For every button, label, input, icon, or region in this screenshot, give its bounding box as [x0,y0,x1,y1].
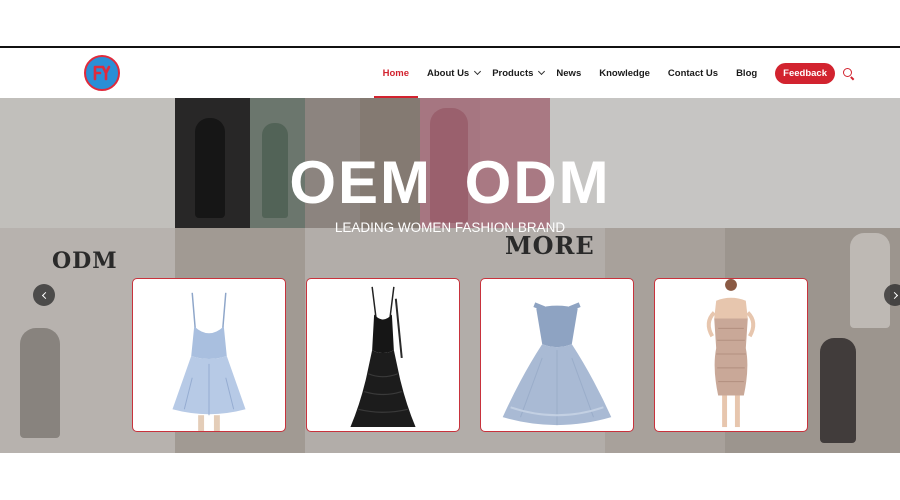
page: Home About Us Products News Knowledge Co… [0,0,900,500]
nav-news-label: News [556,67,582,79]
nav-knowledge[interactable]: Knowledge [599,48,650,98]
rose-gold-sequin-dress-image [706,279,756,428]
nav-knowledge-label: Knowledge [599,67,650,79]
hero-banner: ODM MORE OEM ODM LEADING WOMEN FASHION B… [0,98,900,453]
black-sequin-gown-image [350,286,416,428]
light-blue-mini-dress-image [172,292,246,431]
hero-subtitle: LEADING WOMEN FASHION BRAND [334,220,566,235]
carousel-prev-button[interactable] [33,284,55,306]
product-card-light-blue-mini-dress[interactable] [132,278,286,432]
feedback-button[interactable]: Feedback [775,62,835,84]
logo-mark [93,65,111,81]
product-card-black-sequin-gown[interactable] [306,278,460,432]
nav-contact-us-label: Contact Us [667,67,719,79]
background-odm-text: ODM [52,248,118,274]
nav-about-us-label: About Us [427,67,470,79]
blue-ball-gown-image [502,302,612,426]
carousel-next-button[interactable] [884,284,900,306]
nav-news[interactable]: News [556,48,581,98]
chevron-down-icon [538,67,546,76]
main-nav: Home About Us Products News Knowledge Co… [365,48,854,98]
nav-products[interactable]: Products [492,48,546,98]
nav-about-us[interactable]: About Us [427,48,482,98]
brand-logo-icon[interactable] [84,55,120,91]
nav-contact-us[interactable]: Contact Us [668,48,718,98]
chevron-down-icon [474,67,482,76]
product-card-blue-ball-gown[interactable] [480,278,634,432]
nav-home-label: Home [382,67,409,79]
hero-title: OEM ODM [289,149,611,216]
background-more-text: MORE [505,231,595,260]
nav-blog[interactable]: Blog [736,48,757,98]
search-icon[interactable] [843,67,854,79]
chevron-right-icon [890,291,898,299]
chevron-left-icon [41,291,49,299]
nav-blog-label: Blog [736,67,758,79]
product-card-rose-gold-sequin-dress[interactable] [654,278,808,432]
nav-home[interactable]: Home [373,48,419,98]
nav-products-label: Products [492,67,534,79]
site-header: Home About Us Products News Knowledge Co… [0,48,900,98]
